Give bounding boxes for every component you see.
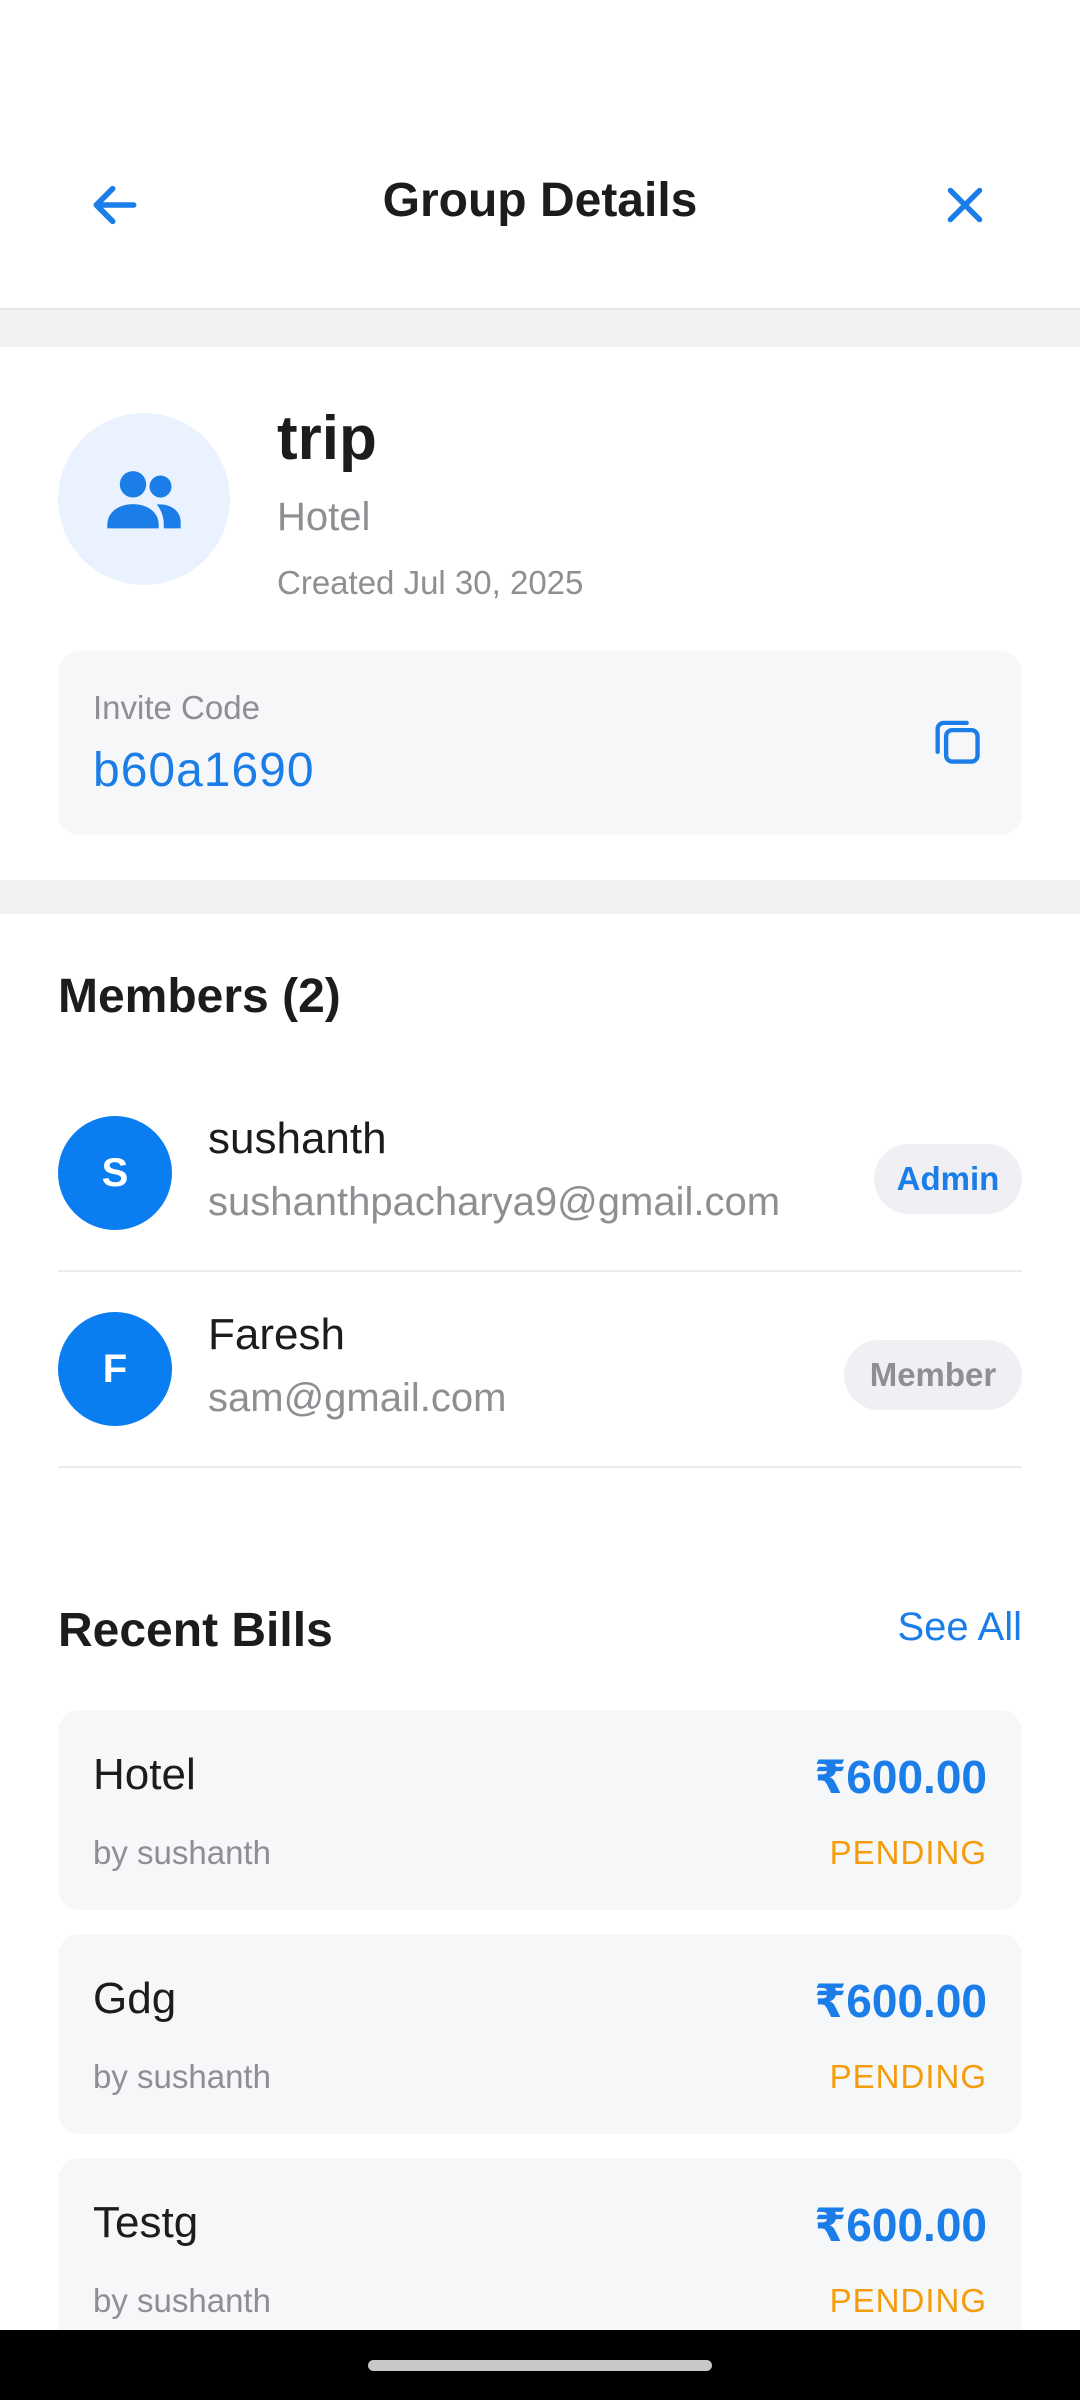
avatar: F [58, 1312, 172, 1426]
bill-amount: ₹600.00 [814, 1975, 987, 2027]
home-gesture-handle[interactable] [368, 2360, 712, 2371]
invite-code-label: Invite Code [93, 689, 260, 726]
avatar: S [58, 1116, 172, 1230]
bill-author: by sushanth [93, 2058, 271, 2095]
member-email: sushanthpacharya9@gmail.com [208, 1180, 781, 1224]
group-name: trip [277, 404, 377, 473]
bill-amount: ₹600.00 [814, 2199, 987, 2251]
group-created-date: Created Jul 30, 2025 [277, 564, 584, 601]
recent-bills-title: Recent Bills [58, 1604, 333, 1657]
bill-status: PENDING [829, 2058, 987, 2095]
invite-code-box: Invite Code b60a1690 [58, 651, 1022, 835]
member-name: Faresh [208, 1310, 345, 1359]
member-row[interactable]: F Faresh sam@gmail.com Member [58, 1272, 1022, 1468]
bill-title: Hotel [93, 1750, 196, 1799]
member-name: sushanth [208, 1114, 387, 1163]
bill-author: by sushanth [93, 1834, 271, 1871]
bill-card[interactable]: Hotel by sushanth ₹600.00 PENDING [58, 1710, 1022, 1910]
copy-icon [935, 720, 980, 764]
group-avatar [58, 413, 230, 585]
bill-status: PENDING [829, 2282, 987, 2319]
page-title: Group Details [382, 174, 698, 227]
bill-amount: ₹600.00 [814, 1751, 987, 1803]
group-info-card: trip Hotel Created Jul 30, 2025 Invite C… [0, 347, 1080, 880]
member-email: sam@gmail.com [208, 1376, 507, 1420]
close-button[interactable] [925, 165, 1005, 245]
bill-title: Gdg [93, 1974, 177, 2023]
members-title: Members (2) [58, 970, 341, 1023]
system-nav-bar [0, 2330, 1080, 2400]
role-badge-admin: Admin [874, 1144, 1022, 1214]
close-icon [947, 187, 983, 223]
bill-author: by sushanth [93, 2282, 271, 2319]
invite-code-value: b60a1690 [93, 744, 315, 797]
see-all-link[interactable]: See All [897, 1605, 1022, 1650]
bill-card[interactable]: Gdg by sushanth ₹600.00 PENDING [58, 1934, 1022, 2134]
group-category: Hotel [277, 495, 371, 539]
group-details-screen: Group Details trip Hotel Created Jul 30,… [0, 0, 1080, 2400]
role-badge-member: Member [844, 1340, 1022, 1410]
members-section: Members (2) S sushanth sushanthpacharya9… [0, 914, 1080, 1548]
member-row[interactable]: S sushanth sushanthpacharya9@gmail.com A… [58, 1076, 1022, 1272]
bill-title: Testg [93, 2198, 199, 2247]
bill-status: PENDING [829, 1834, 987, 1871]
bill-card[interactable]: Testg by sushanth ₹600.00 PENDING [58, 2158, 1022, 2358]
group-people-icon [107, 471, 181, 529]
recent-bills-section: Recent Bills See All Hotel by sushanth ₹… [0, 1548, 1080, 2400]
app-header: Group Details [0, 0, 1080, 310]
copy-invite-button[interactable] [922, 706, 992, 776]
